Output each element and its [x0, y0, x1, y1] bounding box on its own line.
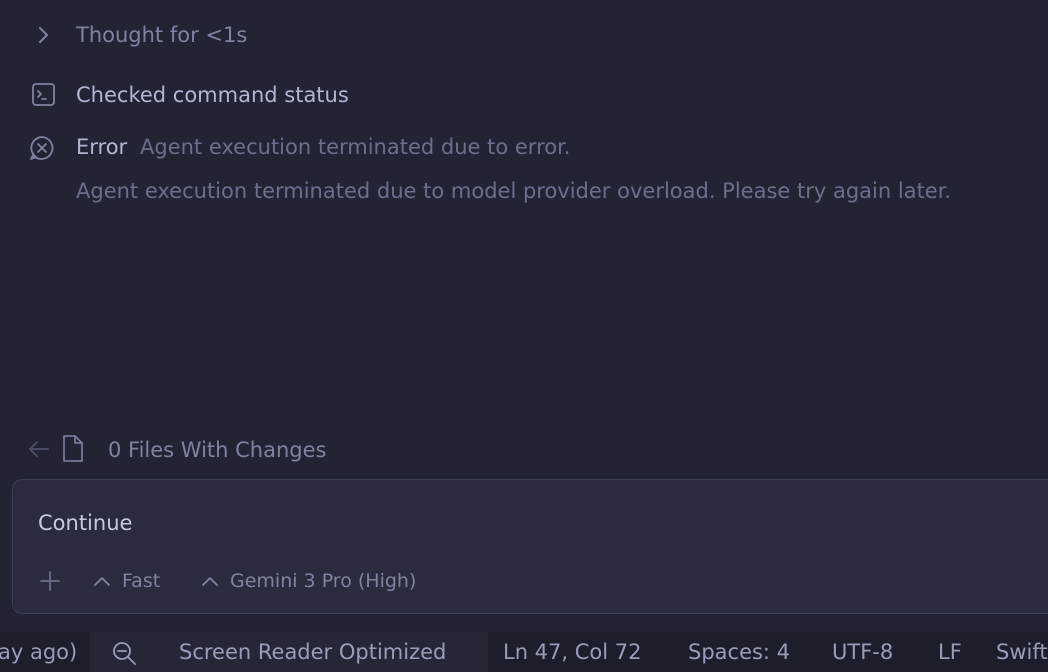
- plus-icon[interactable]: [38, 569, 62, 593]
- thought-toggle[interactable]: Thought for <1s: [76, 21, 247, 49]
- mode-select[interactable]: Fast: [122, 568, 160, 594]
- indentation-setting[interactable]: Spaces: 4: [688, 638, 790, 666]
- model-select[interactable]: Gemini 3 Pro (High): [230, 568, 416, 594]
- checked-command-status: Checked command status: [76, 83, 349, 107]
- eol-setting[interactable]: LF: [938, 638, 962, 666]
- chevron-up-icon[interactable]: [200, 573, 220, 589]
- error-summary: Agent execution terminated due to error.: [140, 135, 571, 159]
- encoding-setting[interactable]: UTF-8: [832, 638, 893, 666]
- status-timestamp[interactable]: ay ago): [0, 638, 77, 666]
- files-with-changes[interactable]: 0 Files With Changes: [108, 436, 327, 464]
- cursor-position[interactable]: Ln 47, Col 72: [503, 638, 642, 666]
- error-circle-icon: [30, 136, 54, 160]
- chevron-right-icon[interactable]: [36, 24, 52, 46]
- screen-reader-status[interactable]: Screen Reader Optimized: [179, 638, 446, 666]
- zoom-icon[interactable]: [111, 640, 139, 666]
- error-detail: Agent execution terminated due to model …: [76, 179, 952, 203]
- terminal-icon: [32, 83, 55, 106]
- chat-input-box[interactable]: [12, 479, 1048, 614]
- error-label: Error: [76, 135, 128, 159]
- agent-panel: Thought for <1s Checked command status E…: [0, 0, 1048, 672]
- language-mode[interactable]: Swift: [996, 638, 1048, 666]
- file-icon: [63, 435, 83, 462]
- arrow-left-icon[interactable]: [27, 438, 51, 460]
- chevron-up-icon[interactable]: [92, 573, 112, 589]
- chat-input-value[interactable]: Continue: [38, 509, 132, 537]
